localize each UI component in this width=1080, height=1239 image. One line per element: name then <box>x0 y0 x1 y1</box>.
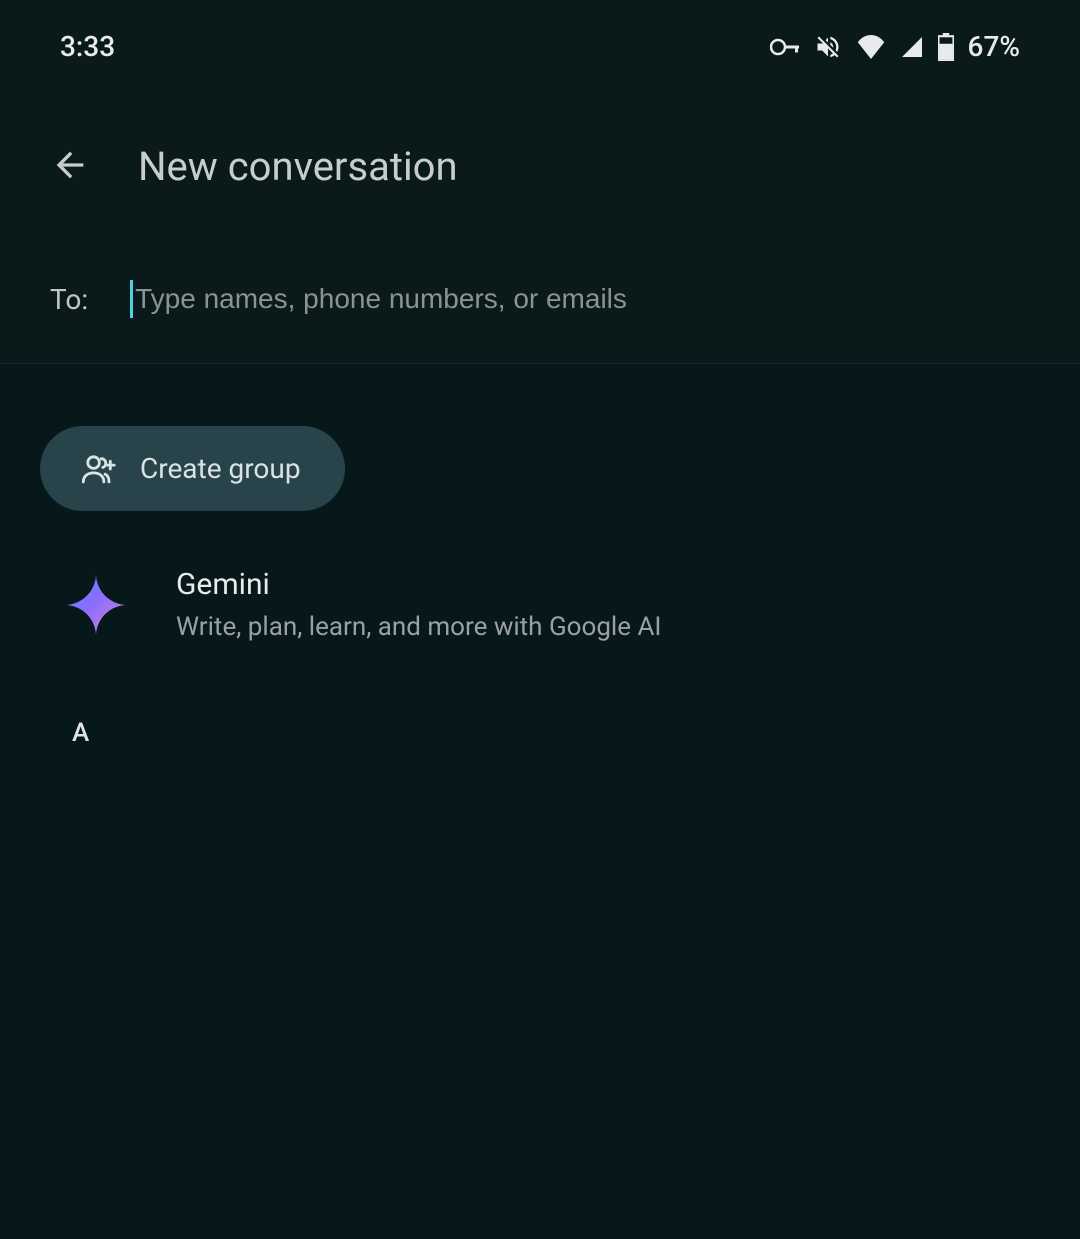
battery-percentage: 67% <box>968 30 1020 63</box>
gemini-sparkle-icon <box>64 573 128 637</box>
to-label: To: <box>50 283 88 316</box>
status-icons: 67% <box>770 30 1020 63</box>
status-time: 3:33 <box>60 30 115 63</box>
contacts-section-header: A <box>0 662 1080 748</box>
content-area: Create group Gemini Write, plan, learn, … <box>0 364 1080 1239</box>
vpn-key-icon <box>770 38 800 56</box>
gemini-text: Gemini Write, plan, learn, and more with… <box>176 567 662 642</box>
page-title: New conversation <box>138 143 458 190</box>
recipient-row: To: <box>0 250 1080 364</box>
arrow-back-icon <box>50 145 90 185</box>
group-add-icon <box>82 453 118 485</box>
recipient-input-wrap[interactable] <box>130 280 1030 318</box>
gemini-subtitle: Write, plan, learn, and more with Google… <box>176 612 662 642</box>
wifi-icon <box>856 35 886 59</box>
battery-icon <box>938 33 954 61</box>
signal-icon <box>900 35 924 59</box>
mute-icon <box>814 33 842 61</box>
recipient-input[interactable] <box>135 283 1030 315</box>
gemini-title: Gemini <box>176 567 662 602</box>
text-cursor <box>130 280 133 318</box>
create-group-button[interactable]: Create group <box>40 426 345 511</box>
back-button[interactable] <box>50 145 90 189</box>
gemini-item[interactable]: Gemini Write, plan, learn, and more with… <box>0 511 1080 662</box>
app-bar: New conversation <box>0 83 1080 250</box>
status-bar: 3:33 67% <box>0 0 1080 83</box>
create-group-label: Create group <box>140 452 301 485</box>
